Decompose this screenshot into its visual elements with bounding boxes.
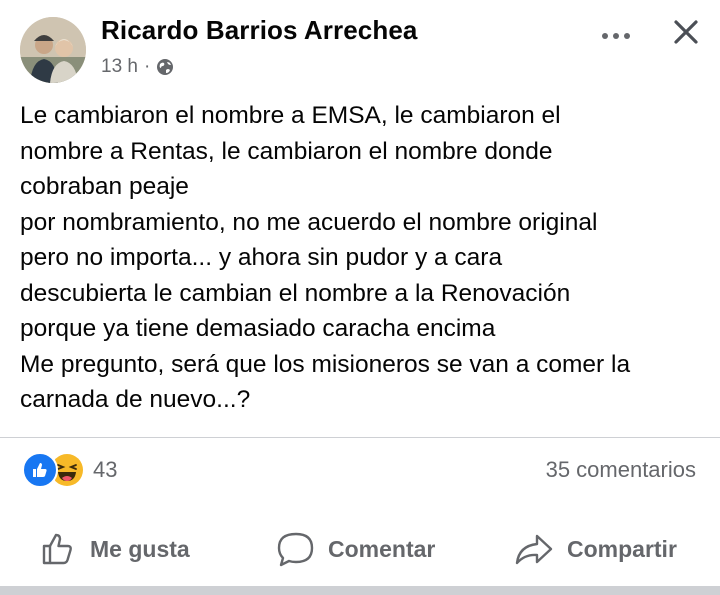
post-text-line: Me pregunto, será que los misioneros se … — [20, 350, 631, 378]
reaction-count: 43 — [93, 457, 118, 482]
post-header: Ricardo Barrios Arrechea 13 h · — [0, 0, 720, 92]
comments-count[interactable]: 35 comentarios — [546, 457, 696, 483]
more-options-icon[interactable] — [594, 26, 638, 46]
author-avatar[interactable] — [20, 17, 86, 83]
thumbs-up-icon — [42, 533, 72, 565]
post-text-line: Le cambiaron el nombre a EMSA, le cambia… — [20, 102, 561, 129]
comment-icon — [277, 532, 314, 567]
bottom-separator — [0, 586, 720, 595]
meta-separator: · — [143, 56, 151, 77]
reactions-summary[interactable]: 43 — [22, 452, 117, 488]
post-text-line: carnada de nuevo...? — [20, 386, 251, 413]
share-icon — [515, 534, 553, 565]
close-icon[interactable] — [668, 14, 704, 50]
post-time[interactable]: 13 h — [101, 56, 138, 78]
post-text-line: nombre a Rentas, le cambiaron el nombre … — [20, 137, 553, 165]
like-button[interactable]: Me gusta — [40, 520, 190, 578]
action-bar: Me gusta Comentar Compartir — [0, 520, 720, 578]
divider — [0, 437, 720, 438]
globe-icon[interactable] — [156, 58, 174, 76]
like-reaction-icon — [22, 452, 58, 488]
comment-label: Comentar — [328, 535, 436, 562]
like-label: Me gusta — [90, 535, 190, 562]
post-meta: 13 h · — [101, 55, 174, 79]
post-text-line: pero no importa... y ahora sin pudor y a… — [20, 244, 503, 271]
post-text: Le cambiaron el nombre a EMSA, le cambia… — [20, 98, 710, 418]
post-text-line: porque ya tiene demasiado caracha encima — [20, 315, 496, 342]
comment-button[interactable]: Comentar — [276, 520, 435, 578]
post-text-line: cobraban peaje — [20, 173, 189, 200]
post-text-line: descubierta le cambian el nombre a la Re… — [20, 279, 571, 307]
author-name[interactable]: Ricardo Barrios Arrechea — [101, 15, 417, 46]
post-text-line: por nombramiento, no me acuerdo el nombr… — [20, 208, 598, 236]
share-label: Compartir — [567, 535, 677, 562]
share-button[interactable]: Compartir — [513, 520, 677, 578]
